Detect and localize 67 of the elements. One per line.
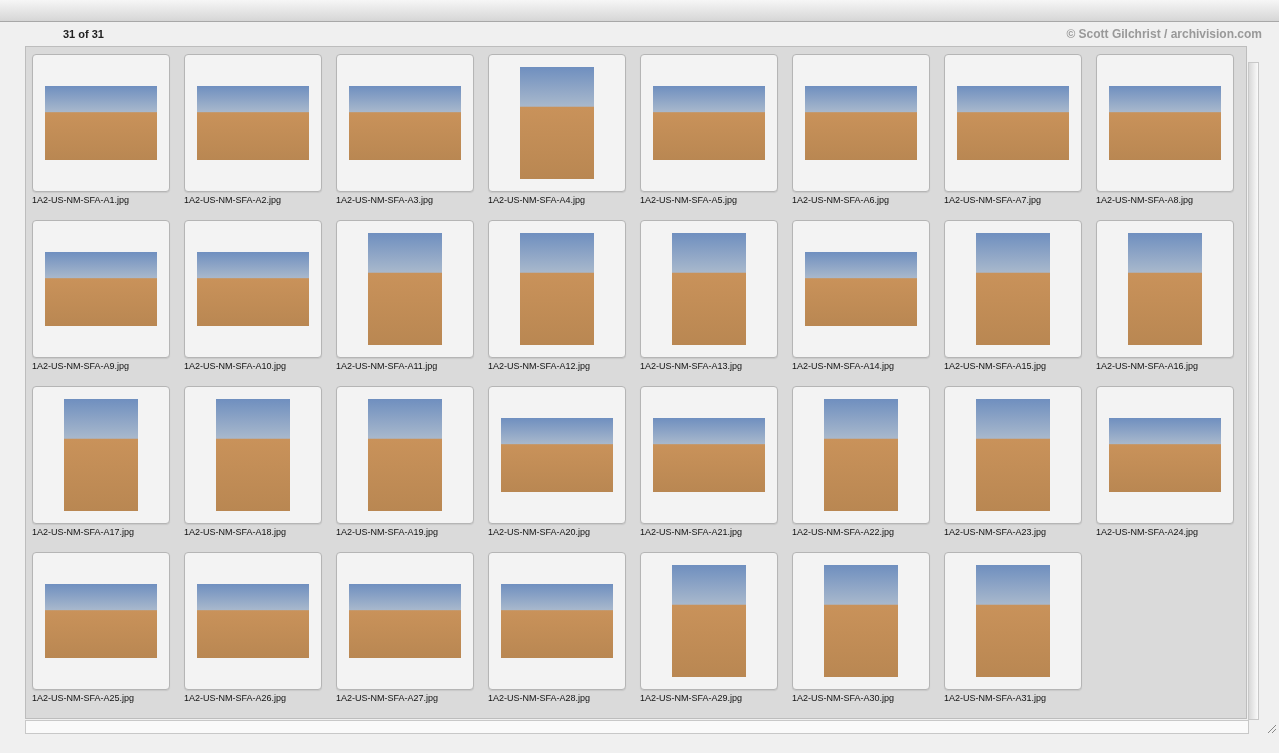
file-name: 1A2-US-NM-SFA-A28.jpg [488, 693, 592, 703]
thumbnail-frame[interactable] [336, 552, 474, 690]
thumbnail-frame[interactable] [792, 54, 930, 192]
file-name: 1A2-US-NM-SFA-A21.jpg [640, 527, 744, 537]
thumbnail-frame[interactable] [336, 386, 474, 524]
file-name: 1A2-US-NM-SFA-A1.jpg [32, 195, 131, 205]
file-name: 1A2-US-NM-SFA-A27.jpg [336, 693, 440, 703]
file-name: 1A2-US-NM-SFA-A29.jpg [640, 693, 744, 703]
file-name: 1A2-US-NM-SFA-A14.jpg [792, 361, 896, 371]
copyright-credit: © Scott Gilchrist / archivision.com [1066, 27, 1262, 41]
thumbnail-frame[interactable] [488, 552, 626, 690]
thumbnail-frame[interactable] [184, 386, 322, 524]
thumbnail-frame[interactable] [640, 386, 778, 524]
file-name: 1A2-US-NM-SFA-A25.jpg [32, 693, 136, 703]
thumbnail-frame[interactable] [488, 54, 626, 192]
thumbnail-frame[interactable] [640, 552, 778, 690]
thumbnail-frame[interactable] [336, 220, 474, 358]
thumbnail-frame[interactable] [792, 552, 930, 690]
file-name: 1A2-US-NM-SFA-A9.jpg [32, 361, 131, 371]
thumbnail-frame[interactable] [488, 220, 626, 358]
file-name: 1A2-US-NM-SFA-A26.jpg [184, 693, 288, 703]
resize-grip-icon[interactable] [1265, 722, 1277, 734]
thumbnail-frame[interactable] [792, 220, 930, 358]
thumbnail-frame[interactable] [184, 552, 322, 690]
thumbnail-frame[interactable] [944, 220, 1082, 358]
file-name: 1A2-US-NM-SFA-A18.jpg [184, 527, 288, 537]
horizontal-scrollbar[interactable] [25, 720, 1249, 734]
thumbnail-frame[interactable] [32, 220, 170, 358]
thumbnail-frame[interactable] [640, 220, 778, 358]
thumbnail-frame[interactable] [1096, 220, 1234, 358]
file-name: 1A2-US-NM-SFA-A24.jpg [1096, 527, 1200, 537]
thumbnail-frame[interactable] [336, 54, 474, 192]
thumbnail-frame[interactable] [944, 54, 1082, 192]
thumbnail-frame[interactable] [944, 386, 1082, 524]
thumbnail-frame[interactable] [944, 552, 1082, 690]
file-name: 1A2-US-NM-SFA-A10.jpg [184, 361, 288, 371]
file-name: 1A2-US-NM-SFA-A19.jpg [336, 527, 440, 537]
thumbnail-frame[interactable] [32, 552, 170, 690]
file-name: 1A2-US-NM-SFA-A6.jpg [792, 195, 891, 205]
file-name: 1A2-US-NM-SFA-A17.jpg [32, 527, 136, 537]
thumbnail-frame[interactable] [792, 386, 930, 524]
file-name: 1A2-US-NM-SFA-A13.jpg [640, 361, 744, 371]
file-name: 1A2-US-NM-SFA-A8.jpg [1096, 195, 1195, 205]
thumbnail-frame[interactable] [488, 386, 626, 524]
file-name: 1A2-US-NM-SFA-A31.jpg [944, 693, 1048, 703]
file-name: 1A2-US-NM-SFA-A22.jpg [792, 527, 896, 537]
scrollbar[interactable] [1248, 62, 1259, 720]
file-name: 1A2-US-NM-SFA-A23.jpg [944, 527, 1048, 537]
thumbnail-frame[interactable] [640, 54, 778, 192]
file-name: 1A2-US-NM-SFA-A30.jpg [792, 693, 896, 703]
file-name: 1A2-US-NM-SFA-A16.jpg [1096, 361, 1200, 371]
thumbnail-frame[interactable] [184, 54, 322, 192]
file-name: 1A2-US-NM-SFA-A5.jpg [640, 195, 739, 205]
file-name: 1A2-US-NM-SFA-A4.jpg [488, 195, 587, 205]
thumbnail-frame[interactable] [184, 220, 322, 358]
thumbnail-frame[interactable] [32, 54, 170, 192]
thumbnail-frame[interactable] [1096, 54, 1234, 192]
file-name: 1A2-US-NM-SFA-A7.jpg [944, 195, 1043, 205]
file-name: 1A2-US-NM-SFA-A12.jpg [488, 361, 592, 371]
thumbnail-frame[interactable] [1096, 386, 1234, 524]
file-name: 1A2-US-NM-SFA-A2.jpg [184, 195, 283, 205]
file-name: 1A2-US-NM-SFA-A3.jpg [336, 195, 435, 205]
image-counter: 31 of 31 [63, 28, 104, 40]
thumbnail-frame[interactable] [32, 386, 170, 524]
file-name: 1A2-US-NM-SFA-A20.jpg [488, 527, 592, 537]
file-name: 1A2-US-NM-SFA-A11.jpg [336, 361, 439, 371]
file-name: 1A2-US-NM-SFA-A15.jpg [944, 361, 1048, 371]
